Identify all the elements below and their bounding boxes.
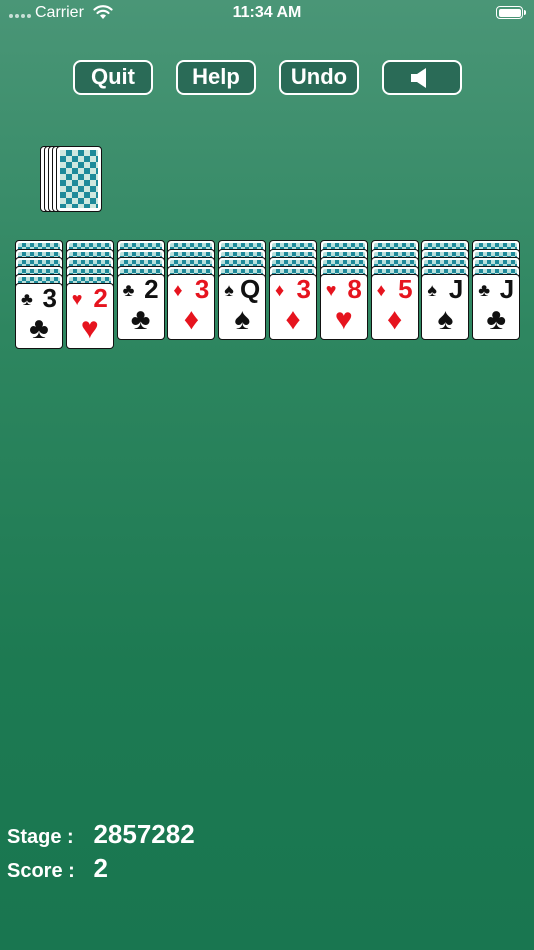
card-suit-small: ♣: [21, 288, 33, 309]
card-suit-small: ♠: [427, 280, 437, 300]
card-suit-large: ♣: [29, 311, 49, 345]
card-suit-small: ♣: [478, 280, 490, 300]
card-suit-large: ♣: [130, 303, 151, 336]
card-rank: J: [499, 274, 515, 304]
quit-button[interactable]: Quit: [73, 60, 153, 95]
card-rank: J: [448, 274, 464, 304]
face-up-card[interactable]: ♦ 3 ♦: [269, 274, 317, 340]
face-up-card[interactable]: ♦ 5 ♦: [370, 274, 419, 340]
score-value: 2: [93, 853, 108, 883]
stock-card[interactable]: [56, 146, 102, 212]
card-rank: 3: [296, 274, 311, 304]
card-suit-large: ♦: [285, 303, 301, 336]
score-display: Score : 2: [7, 853, 108, 884]
score-label: Score :: [7, 860, 75, 882]
card-rank: 3: [42, 282, 57, 313]
card-suit-small: ♦: [173, 280, 183, 300]
card-suit-large: ♦: [386, 303, 403, 336]
card-rank: 2: [93, 282, 108, 313]
face-up-card[interactable]: ♠ J ♠: [421, 274, 470, 340]
stage-label: Stage :: [7, 826, 74, 848]
face-up-card[interactable]: ♠ Q ♠: [218, 274, 267, 340]
status-bar: Carrier 11:34 AM: [0, 0, 534, 28]
card-suit-small: ♥: [71, 288, 83, 309]
card-rank: 2: [144, 274, 159, 304]
card-suit-small: ♦: [275, 280, 285, 300]
card-suit-large: ♥: [80, 311, 99, 345]
stock-pile[interactable]: [40, 146, 110, 212]
face-up-card[interactable]: ♣ 3 ♣: [15, 282, 63, 349]
card-suit-large: ♠: [437, 303, 454, 336]
card-rank: 5: [398, 274, 413, 304]
clock: 11:34 AM: [232, 4, 302, 21]
speaker-icon: [411, 68, 426, 88]
card-rank: 3: [194, 274, 210, 304]
face-up-card[interactable]: ♣ J ♣: [472, 274, 521, 340]
face-up-card[interactable]: ♦ 3 ♦: [167, 274, 216, 340]
card-suit-small: ♣: [122, 280, 135, 300]
sound-toggle-button[interactable]: [382, 60, 462, 95]
card-suit-large: ♠: [234, 303, 251, 336]
face-up-card[interactable]: ♥ 8 ♥: [319, 274, 368, 340]
card-suit-large: ♦: [183, 303, 200, 336]
face-up-card[interactable]: ♣ 2 ♣: [116, 274, 165, 340]
undo-button[interactable]: Undo: [279, 60, 359, 95]
card-suit-small: ♦: [376, 280, 386, 300]
battery-icon: [496, 6, 526, 19]
card-suit-small: ♠: [224, 280, 234, 300]
stage-value: 2857282: [93, 819, 195, 849]
help-button[interactable]: Help: [176, 60, 256, 95]
card-suit-small: ♥: [325, 280, 337, 300]
card-suit-large: ♣: [486, 303, 507, 336]
face-up-card[interactable]: ♥ 2 ♥: [65, 282, 114, 349]
card-suit-large: ♥: [334, 303, 353, 336]
card-rank: 8: [347, 274, 362, 304]
card-back-pattern: [60, 150, 98, 208]
card-rank: Q: [239, 274, 261, 304]
stage-display: Stage : 2857282: [7, 819, 195, 850]
